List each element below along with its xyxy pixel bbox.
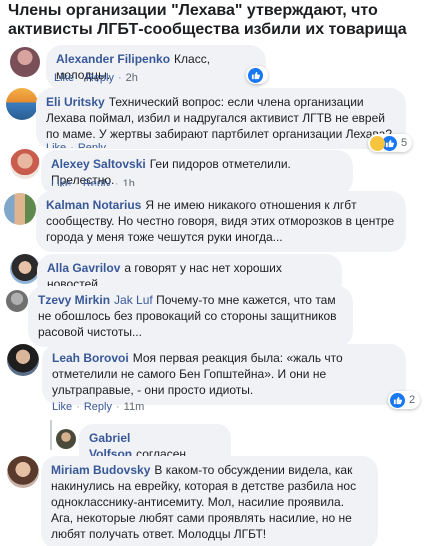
avatar[interactable] bbox=[10, 254, 40, 284]
comment-bubble: Tzevy Mirkin Jak Luf Почему-то мне кажетс… bbox=[28, 286, 353, 347]
reaction-summary[interactable]: 5 bbox=[368, 134, 412, 152]
like-button[interactable]: Like bbox=[46, 142, 66, 148]
comment-actions: Like · Reply · 1h bbox=[51, 178, 135, 186]
reply-thread-line bbox=[50, 420, 52, 450]
comment-time[interactable]: 1h bbox=[123, 178, 135, 186]
like-reaction-icon bbox=[390, 392, 405, 408]
avatar[interactable] bbox=[4, 193, 36, 225]
avatar[interactable] bbox=[7, 456, 39, 488]
avatar[interactable] bbox=[10, 47, 40, 77]
like-button[interactable]: Like bbox=[52, 401, 72, 413]
comment-author[interactable]: Kalman Notarius bbox=[46, 198, 141, 212]
comment-bubble: Miriam Budovsky В каком-то обсуждении вид… bbox=[41, 456, 378, 546]
post-headline: Члены организации "Лехава" утверждают, ч… bbox=[8, 2, 407, 38]
reply-button[interactable]: Reply bbox=[86, 72, 114, 84]
comment-time[interactable]: 11m bbox=[124, 401, 145, 413]
reply-button[interactable]: Reply bbox=[83, 178, 111, 186]
avatar[interactable] bbox=[10, 149, 40, 179]
comment-bubble: Eli Uritsky Технический вопрос: если член… bbox=[36, 88, 406, 149]
avatar[interactable] bbox=[6, 88, 38, 120]
reaction-count: 5 bbox=[401, 137, 408, 149]
comment-actions: Like · Reply · 2h bbox=[54, 72, 138, 84]
comment-author[interactable]: Miriam Budovsky bbox=[51, 463, 150, 477]
comment-time[interactable]: 2h bbox=[126, 72, 138, 84]
reply-button[interactable]: Reply bbox=[84, 401, 112, 413]
comment-author[interactable]: Alla Gavrilov bbox=[47, 261, 120, 275]
comment-author[interactable]: Tzevy Mirkin bbox=[38, 293, 110, 307]
comment-bubble: Alexey Saltovski Геи пидоров отметелили. … bbox=[41, 150, 353, 195]
mention-link[interactable]: Jak Luf bbox=[114, 293, 153, 307]
comment-actions: Like · Reply · 11m bbox=[52, 401, 145, 413]
avatar[interactable] bbox=[7, 344, 39, 376]
reply-button[interactable]: Reply bbox=[78, 142, 106, 148]
like-reaction-icon bbox=[248, 67, 263, 83]
like-button[interactable]: Like bbox=[51, 178, 71, 186]
comment-author[interactable]: Alexey Saltovski bbox=[51, 157, 146, 171]
comment-actions: Like · Reply bbox=[46, 142, 106, 148]
comment-author[interactable]: Alexander Filipenko bbox=[56, 52, 170, 66]
comment-author[interactable]: Leah Borovoi bbox=[52, 351, 129, 365]
avatar[interactable] bbox=[6, 290, 28, 312]
reaction-summary[interactable]: 2 bbox=[388, 391, 420, 409]
haha-reaction-icon bbox=[370, 135, 385, 151]
like-button[interactable]: Like bbox=[54, 72, 74, 84]
comment-author[interactable]: Eli Uritsky bbox=[46, 95, 105, 109]
avatar[interactable] bbox=[56, 429, 76, 449]
reaction-summary[interactable] bbox=[246, 66, 268, 84]
comment-bubble: Kalman Notarius Я не имею никакого отноше… bbox=[36, 191, 406, 252]
reaction-count: 2 bbox=[409, 394, 416, 406]
comment-bubble: Leah Borovoi Моя первая реакция была: «жа… bbox=[42, 344, 406, 405]
